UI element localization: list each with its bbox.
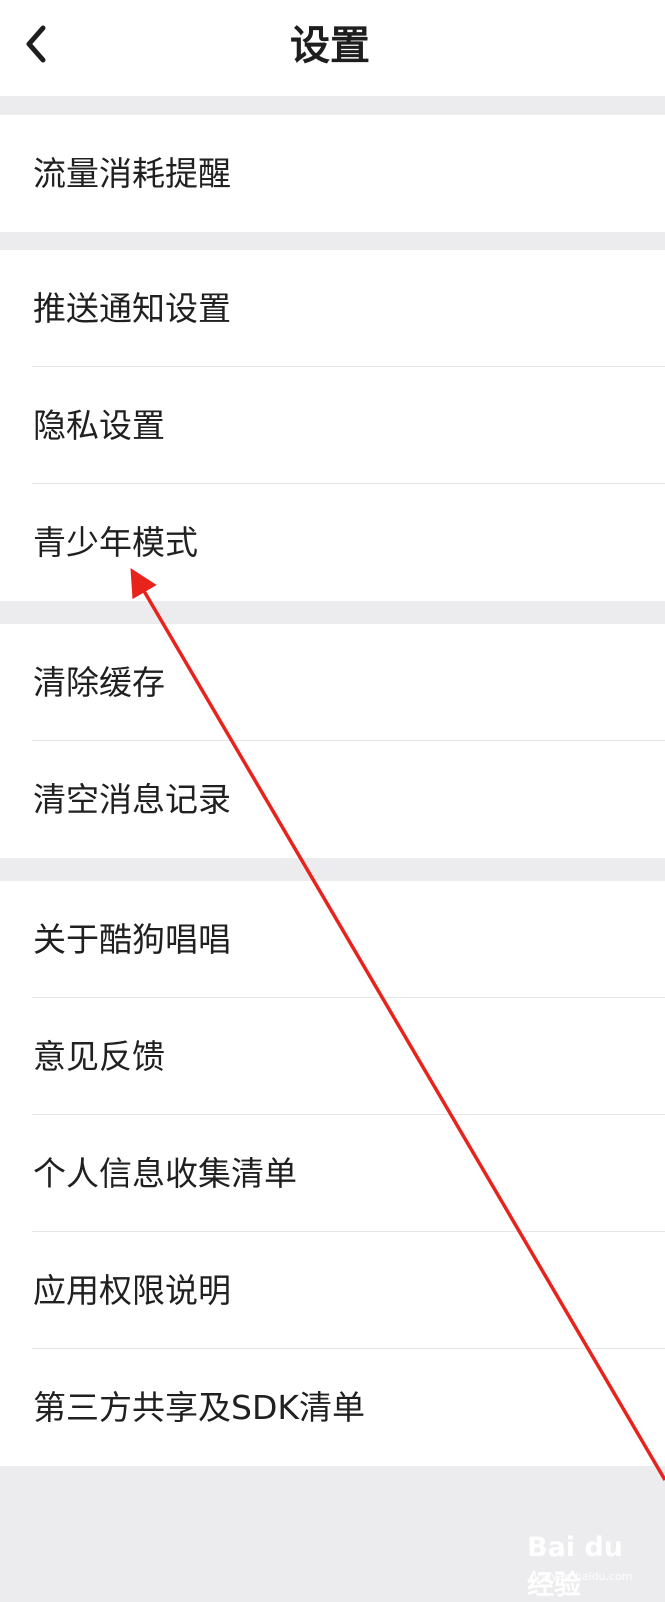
list-item-label: 关于酷狗唱唱 [33, 920, 231, 959]
list-item-label: 隐私设置 [33, 406, 165, 445]
list-item-feedback[interactable]: 意见反馈 [0, 998, 665, 1115]
list-item-label: 意见反馈 [33, 1037, 165, 1076]
watermark-url: jingyan.baidu.com [531, 1570, 633, 1583]
page-title: 设置 [290, 23, 370, 69]
watermark-brand: Bai du 经验 [527, 1532, 624, 1601]
list-item-label: 个人信息收集清单 [33, 1154, 297, 1193]
list-item-push-notification-settings[interactable]: 推送通知设置 [0, 250, 665, 367]
list-item-privacy-settings[interactable]: 隐私设置 [0, 367, 665, 484]
list-item-label: 青少年模式 [33, 523, 198, 562]
list-item-traffic-reminder[interactable]: 流量消耗提醒 [0, 115, 665, 232]
list-item-label: 第三方共享及SDK清单 [33, 1388, 365, 1427]
list-item-label: 清除缓存 [33, 663, 165, 702]
settings-group-storage: 清除缓存 清空消息记录 [0, 624, 665, 858]
settings-group-data: 流量消耗提醒 [0, 115, 665, 232]
list-item-about[interactable]: 关于酷狗唱唱 [0, 881, 665, 998]
list-item-label: 流量消耗提醒 [33, 154, 231, 193]
list-item-third-party-sdk-list[interactable]: 第三方共享及SDK清单 [0, 1349, 665, 1466]
list-item-teen-mode[interactable]: 青少年模式 [0, 484, 665, 601]
top-bar: 设置 [0, 0, 665, 96]
list-item-personal-info-list[interactable]: 个人信息收集清单 [0, 1115, 665, 1232]
list-item-clear-cache[interactable]: 清除缓存 [0, 624, 665, 741]
settings-group-about: 关于酷狗唱唱 意见反馈 个人信息收集清单 应用权限说明 第三方共享及SDK清单 [0, 881, 665, 1466]
list-item-clear-messages[interactable]: 清空消息记录 [0, 741, 665, 858]
list-item-app-permissions[interactable]: 应用权限说明 [0, 1232, 665, 1349]
settings-group-privacy: 推送通知设置 隐私设置 青少年模式 [0, 250, 665, 601]
watermark-logo: Bai du 经验 jingyan.baidu.com [523, 1526, 653, 1601]
list-item-label: 推送通知设置 [33, 289, 231, 328]
list-item-label: 清空消息记录 [33, 780, 231, 819]
list-item-label: 应用权限说明 [33, 1271, 231, 1310]
